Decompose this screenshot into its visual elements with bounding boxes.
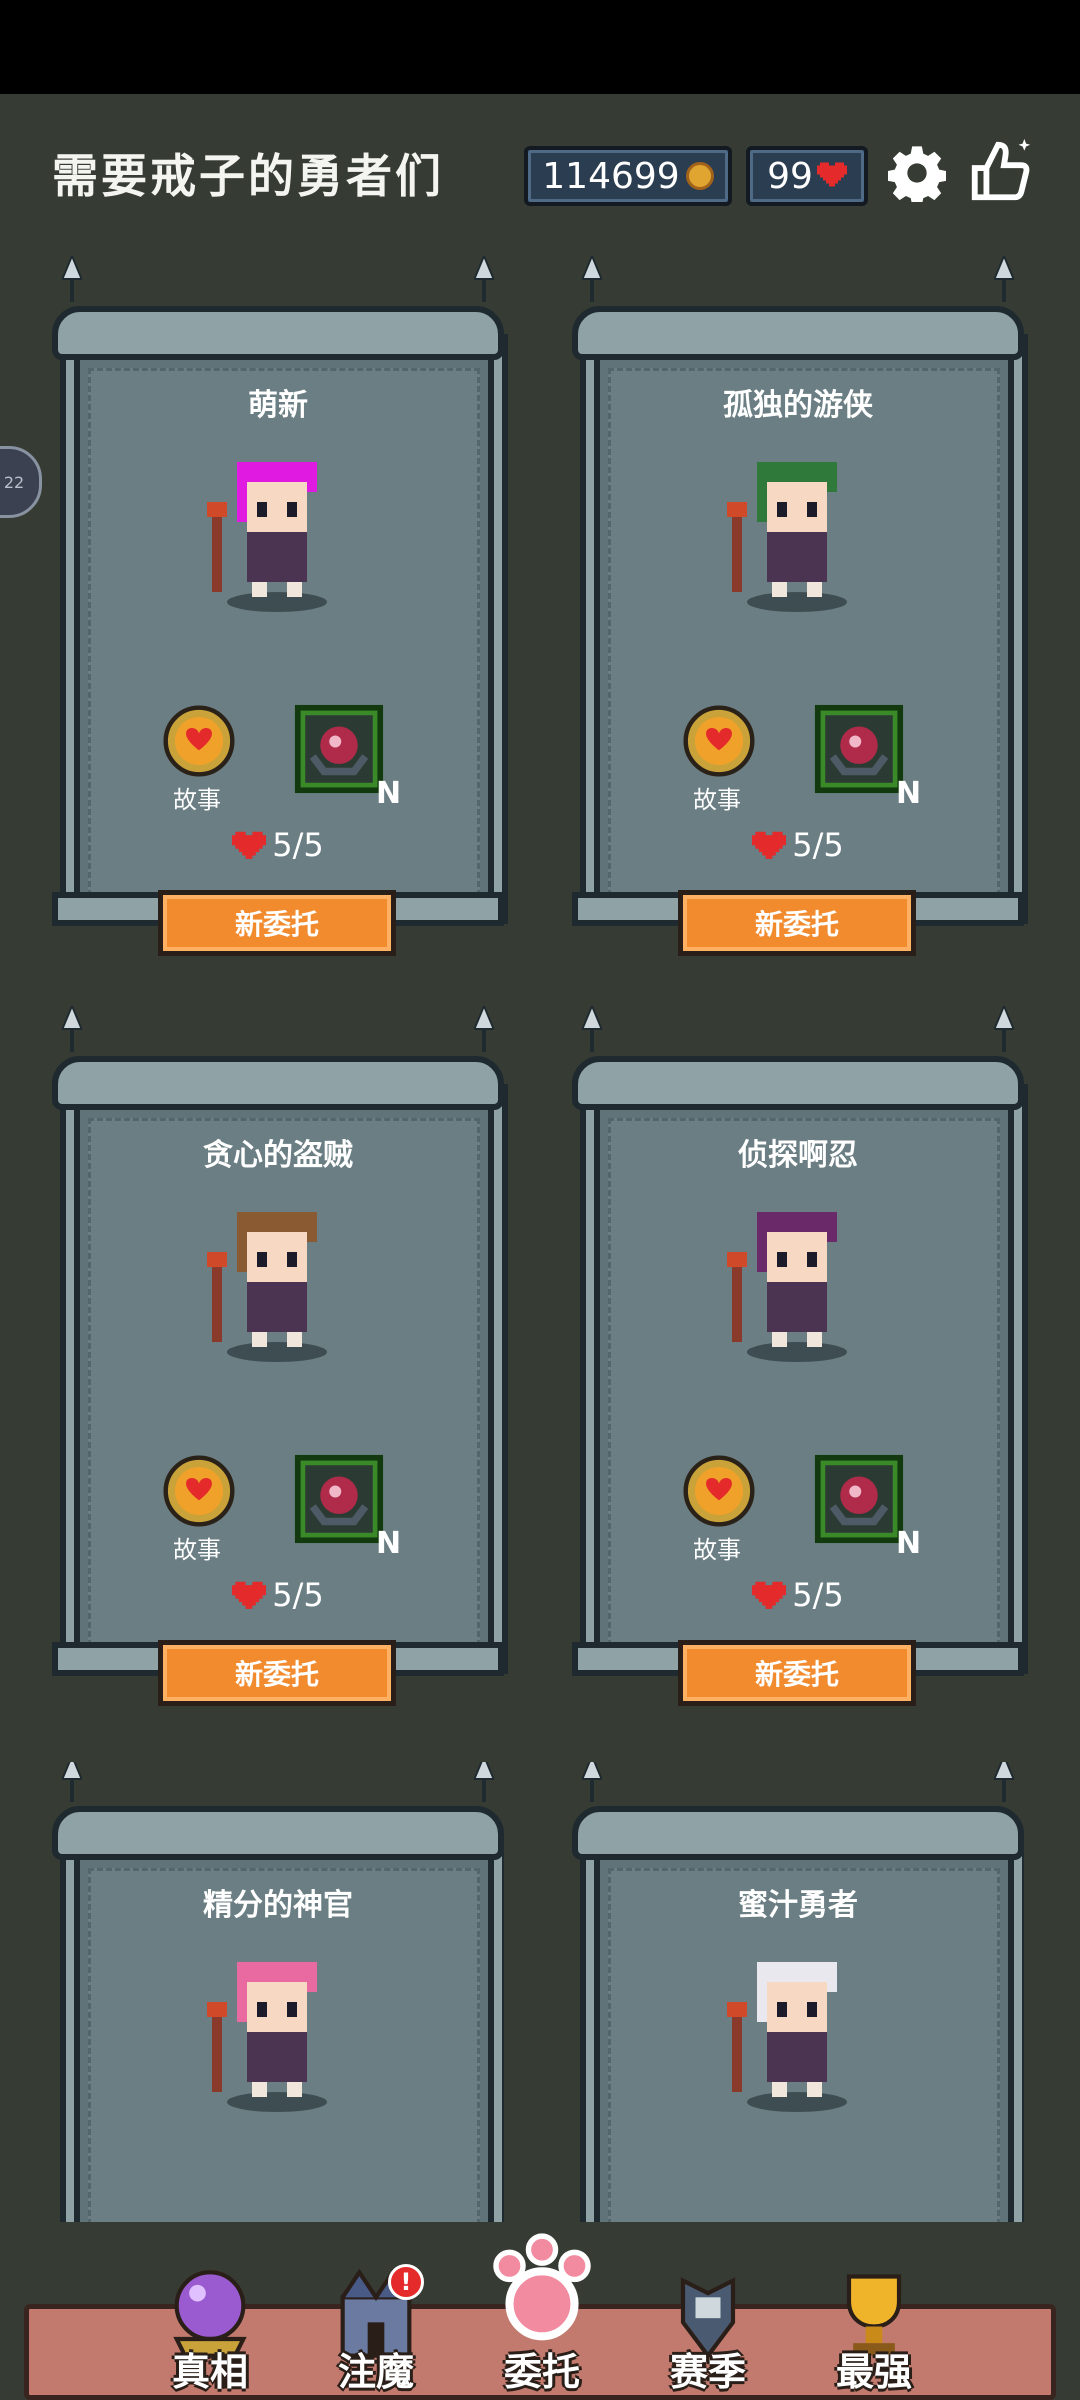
hero-name: 孤独的游侠	[723, 388, 873, 423]
hero-name: 贪心的盗贼	[203, 1138, 353, 1173]
spear-tip-icon	[994, 256, 1014, 302]
spear-tip-icon	[474, 256, 494, 302]
hero-sprite-icon[interactable]	[202, 1202, 352, 1362]
story-label: 故事	[173, 1536, 221, 1564]
settings-gear-icon[interactable]	[888, 144, 946, 202]
hero-lives-value: 5/5	[792, 1576, 844, 1614]
tab-label: 赛季	[669, 2350, 746, 2394]
hero-sprite-icon[interactable]	[202, 452, 352, 612]
relic-slot-icon[interactable]	[812, 704, 906, 794]
heart-icon	[232, 831, 267, 859]
relic-slot-icon[interactable]	[292, 704, 386, 794]
relic-rank: N	[896, 776, 922, 811]
heart-icon	[752, 1581, 787, 1609]
tab-label: 委托	[503, 2350, 580, 2394]
spear-tip-icon	[994, 1006, 1014, 1052]
tab-trophy[interactable]: 最强	[804, 2264, 944, 2400]
hero-lives-value: 5/5	[272, 1576, 324, 1614]
hero-name: 萌新	[248, 388, 308, 423]
gold-counter[interactable]: 114699	[524, 146, 732, 206]
hero-lives: 5/5	[52, 826, 504, 864]
spear-tip-icon	[62, 256, 82, 302]
tab-armor[interactable]: 赛季	[638, 2264, 778, 2400]
hero-card[interactable]: 孤独的游侠 故事 N 5/5 新委托	[572, 256, 1028, 956]
story-label: 故事	[693, 1536, 741, 1564]
gold-amount: 114699	[542, 155, 680, 197]
page-title: 需要戒子的勇者们	[52, 149, 444, 203]
spear-tip-icon	[582, 1006, 602, 1052]
heart-medal-icon	[683, 1455, 755, 1527]
hero-card[interactable]: 萌新 故事 N 5/5 新委托	[52, 256, 508, 956]
relic-rank: N	[896, 1526, 922, 1561]
relic-rank: N	[376, 1526, 402, 1561]
heart-icon	[816, 162, 847, 187]
tab-label: 注魔	[337, 2350, 414, 2394]
heart-icon	[752, 831, 787, 859]
spear-tip-icon	[994, 1762, 1014, 1802]
hero-sprite-icon[interactable]	[202, 1952, 352, 2112]
hero-card[interactable]: 精分的神官	[52, 1762, 504, 2222]
coin-icon	[685, 162, 714, 190]
notification-badge: !	[388, 2264, 424, 2300]
relic-rank: N	[376, 776, 402, 811]
hero-lives: 5/5	[572, 1576, 1024, 1614]
hero-sprite-icon[interactable]	[722, 1952, 872, 2112]
story-medal[interactable]: 故事	[162, 704, 235, 815]
spear-tip-icon	[582, 256, 602, 302]
tab-label: 真相	[171, 2350, 248, 2394]
spear-tip-icon	[62, 1006, 82, 1052]
hero-sprite-icon[interactable]	[722, 1202, 872, 1362]
heart-medal-icon	[163, 705, 235, 777]
new-commission-button[interactable]: 新委托	[158, 1640, 396, 1706]
new-commission-button[interactable]: 新委托	[678, 890, 916, 956]
story-label: 故事	[173, 786, 221, 814]
spear-tip-icon	[582, 1762, 602, 1802]
hero-card[interactable]: 侦探啊忍 故事 N 5/5 新委托	[572, 1006, 1028, 1706]
relic-slot-icon[interactable]	[812, 1454, 906, 1544]
hero-lives-value: 5/5	[272, 826, 324, 864]
hero-name: 精分的神官	[203, 1888, 353, 1923]
card-banner	[572, 1806, 1024, 1860]
status-bar	[0, 0, 1080, 94]
thumbs-up-icon[interactable]	[966, 136, 1036, 206]
spear-tip-icon	[62, 1762, 82, 1802]
story-medal[interactable]: 故事	[682, 704, 755, 815]
side-drawer-tab[interactable]: 22	[0, 446, 42, 518]
heart-icon	[232, 1581, 267, 1609]
hero-name: 蜜汁勇者	[738, 1888, 858, 1923]
heart-medal-icon	[163, 1455, 235, 1527]
tab-label: 最强	[835, 2350, 912, 2394]
relic-slot-icon[interactable]	[292, 1454, 386, 1544]
hero-lives: 5/5	[572, 826, 1024, 864]
new-commission-button[interactable]: 新委托	[678, 1640, 916, 1706]
card-banner	[52, 306, 504, 360]
tab-paw[interactable]: 委托	[472, 2233, 612, 2400]
lives-counter[interactable]: 99	[746, 146, 868, 206]
hero-card[interactable]: 贪心的盗贼 故事 N 5/5 新委托	[52, 1006, 508, 1706]
hero-name: 侦探啊忍	[738, 1138, 858, 1173]
header: 需要戒子的勇者们 114699 99	[0, 94, 1080, 254]
hero-lives-value: 5/5	[792, 826, 844, 864]
tab-crystal-ball[interactable]: 真相	[140, 2264, 280, 2400]
hero-lives: 5/5	[52, 1576, 504, 1614]
spear-tip-icon	[474, 1762, 494, 1802]
paw-icon	[493, 2233, 591, 2341]
card-banner	[572, 1056, 1024, 1110]
tab-castle[interactable]: ! 注魔	[306, 2264, 446, 2400]
card-banner	[52, 1806, 504, 1860]
hero-card[interactable]: 蜜汁勇者	[572, 1762, 1024, 2222]
lives-amount: 99	[767, 155, 813, 197]
story-medal[interactable]: 故事	[682, 1454, 755, 1565]
new-commission-button[interactable]: 新委托	[158, 890, 396, 956]
card-banner	[52, 1056, 504, 1110]
story-label: 故事	[693, 786, 741, 814]
hero-sprite-icon[interactable]	[722, 452, 872, 612]
story-medal[interactable]: 故事	[162, 1454, 235, 1565]
spear-tip-icon	[474, 1006, 494, 1052]
card-banner	[572, 306, 1024, 360]
heart-medal-icon	[683, 705, 755, 777]
